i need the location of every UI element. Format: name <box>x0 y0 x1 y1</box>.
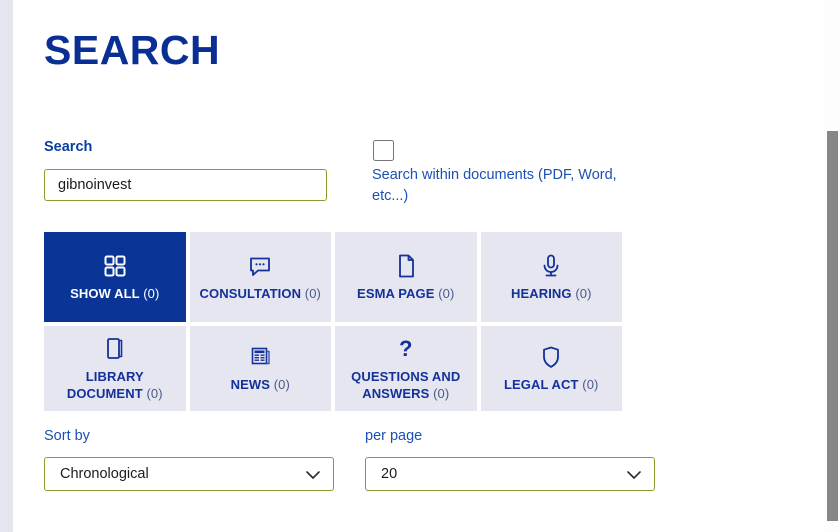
microphone-icon <box>538 253 564 279</box>
category-count: (0) <box>304 285 321 301</box>
category-label-text: CONSULTATION <box>199 285 302 301</box>
category-label-text: NEWS <box>230 377 270 392</box>
category-label-text: HEARING <box>510 285 572 301</box>
category-tile-label: LEGAL ACT (0) <box>498 376 605 393</box>
category-tile-label: NEWS (0) <box>225 376 296 393</box>
category-count: (0) <box>146 385 163 401</box>
category-count: (0) <box>273 377 290 392</box>
search-within-documents-label: Search within documents (PDF, Word, etc.… <box>372 167 617 204</box>
sort-by-value: Chronological <box>60 466 149 482</box>
category-tile-news[interactable]: NEWS (0) <box>189 326 331 411</box>
category-label-text: LIBRARY DOCUMENT <box>66 368 144 401</box>
category-filter-grid: SHOW ALL (0) CONSULTATION (0) ESMA PAGE … <box>44 232 622 411</box>
question-mark-icon: ? <box>399 335 413 361</box>
category-tile-label: ESMA PAGE (0) <box>351 285 460 302</box>
category-count: (0) <box>438 285 455 301</box>
category-tile-label: QUESTIONS AND ANSWERS (0) <box>335 368 477 402</box>
category-label-text: ESMA PAGE <box>357 285 435 301</box>
page-scrollbar-track[interactable] <box>824 0 839 532</box>
category-tile-label: CONSULTATION (0) <box>194 285 328 302</box>
category-tile-label: HEARING (0) <box>505 285 598 302</box>
category-label-text: LEGAL ACT <box>504 377 579 392</box>
document-page-icon <box>393 253 419 279</box>
search-within-documents-checkbox[interactable] <box>373 140 394 161</box>
per-page-select[interactable]: 20 <box>365 457 655 491</box>
grid-icon <box>102 253 128 279</box>
search-page-content: SEARCH Search Search within documents (P… <box>13 0 824 532</box>
category-count: (0) <box>143 285 160 301</box>
search-input[interactable] <box>44 169 327 201</box>
per-page-label: per page <box>365 428 423 444</box>
category-tile-library-document[interactable]: LIBRARY DOCUMENT (0) <box>44 326 186 411</box>
category-tile-label: SHOW ALL (0) <box>64 285 165 302</box>
sort-by-label: Sort by <box>44 428 90 444</box>
page-scrollbar-thumb[interactable] <box>827 131 838 521</box>
page-title: SEARCH <box>44 27 221 73</box>
sort-by-select[interactable]: Chronological <box>44 457 334 491</box>
search-field-label: Search <box>44 139 93 155</box>
chevron-down-icon <box>305 468 321 486</box>
category-tile-show-all[interactable]: SHOW ALL (0) <box>44 232 186 322</box>
category-count: (0) <box>433 385 450 401</box>
left-page-margin <box>0 0 13 532</box>
category-tile-legal-act[interactable]: LEGAL ACT (0) <box>480 326 622 411</box>
category-tile-label: LIBRARY DOCUMENT (0) <box>44 368 186 402</box>
chevron-down-icon <box>626 468 642 486</box>
category-count: (0) <box>575 285 592 301</box>
speech-bubble-icon <box>247 253 273 279</box>
category-label-text: SHOW ALL <box>70 285 140 301</box>
category-tile-esma-page[interactable]: ESMA PAGE (0) <box>335 232 477 322</box>
category-count: (0) <box>582 377 599 392</box>
category-tile-hearing[interactable]: HEARING (0) <box>480 232 622 322</box>
newspaper-icon <box>247 344 273 370</box>
category-tile-questions-and-answers[interactable]: ? QUESTIONS AND ANSWERS (0) <box>335 326 477 411</box>
per-page-value: 20 <box>381 466 398 482</box>
category-tile-consultation[interactable]: CONSULTATION (0) <box>189 232 331 322</box>
shield-icon <box>538 344 564 370</box>
book-icon <box>102 336 128 362</box>
